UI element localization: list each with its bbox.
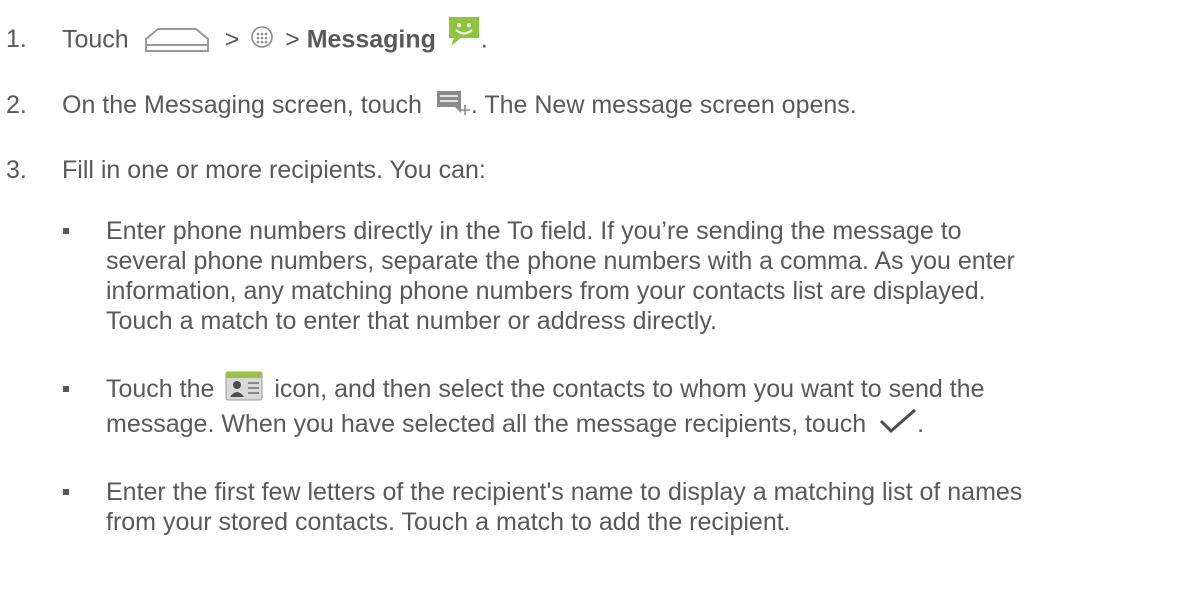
bullet-3-line-2: from your stored contacts. Touch a match… [106, 507, 791, 537]
step-text: On the Messaging screen, touch [62, 91, 422, 119]
step-text: Fill in one or more recipients. You can: [62, 156, 486, 184]
bullet-text: Enter phone numbers directly in the To f… [106, 217, 962, 245]
step-2: 2. [6, 90, 27, 120]
step-text-after: . The New message screen opens. [470, 91, 857, 119]
bullet-marker [63, 386, 69, 392]
step-3: 3. [6, 155, 27, 185]
step-3-text: Fill in one or more recipients. You can: [62, 155, 486, 185]
bullet-2-line-2: message. When you have selected all the … [106, 409, 924, 439]
bullet-text: Touch the [106, 375, 215, 403]
bullet-1-line-1: Enter phone numbers directly in the To f… [106, 216, 962, 246]
step-2-text: On the Messaging screen, touch . The New… [62, 90, 857, 121]
bullet-marker [63, 228, 69, 234]
bullet-text: icon, and then select the contacts to wh… [274, 375, 985, 403]
bullet-1-line-2: several phone numbers, separate the phon… [106, 246, 1015, 276]
home-icon [142, 25, 212, 53]
bullet-text: from your stored contacts. Touch a match… [106, 508, 791, 536]
step-1-text: Touch > > Messaging . [62, 17, 488, 58]
messaging-app-icon [447, 14, 481, 48]
bullet-1-line-3: information, any matching phone numbers … [106, 276, 986, 306]
step-number: 1. [6, 25, 27, 53]
separator: > [285, 25, 300, 54]
app-name: Messaging [306, 25, 436, 54]
bullet-1-line-4: Touch a match to enter that number or ad… [106, 306, 717, 336]
bullet-text: several phone numbers, separate the phon… [106, 247, 1015, 275]
bullet-text: Enter the first few letters of the recip… [106, 478, 1023, 506]
checkmark-icon [879, 408, 917, 434]
bullet-2-line-1: Touch the icon, and then select the cont… [106, 371, 985, 405]
separator: > [224, 25, 240, 54]
bullet-text: message. When you have selected all the … [106, 410, 867, 438]
bullet-3-line-1: Enter the first few letters of the recip… [106, 477, 1022, 507]
step-text: Touch [62, 25, 129, 54]
all-apps-icon [250, 25, 274, 49]
bullet-text: . [917, 410, 925, 438]
period: . [480, 25, 488, 54]
bullet-text: information, any matching phone numbers … [106, 277, 986, 305]
bullet-text: Touch a match to enter that number or ad… [106, 307, 717, 335]
step-number: 3. [6, 156, 27, 184]
new-message-icon [435, 87, 471, 117]
step-1: 1. [6, 24, 27, 54]
contacts-picker-icon [225, 371, 263, 401]
step-number: 2. [6, 91, 27, 119]
bullet-marker [63, 489, 69, 495]
